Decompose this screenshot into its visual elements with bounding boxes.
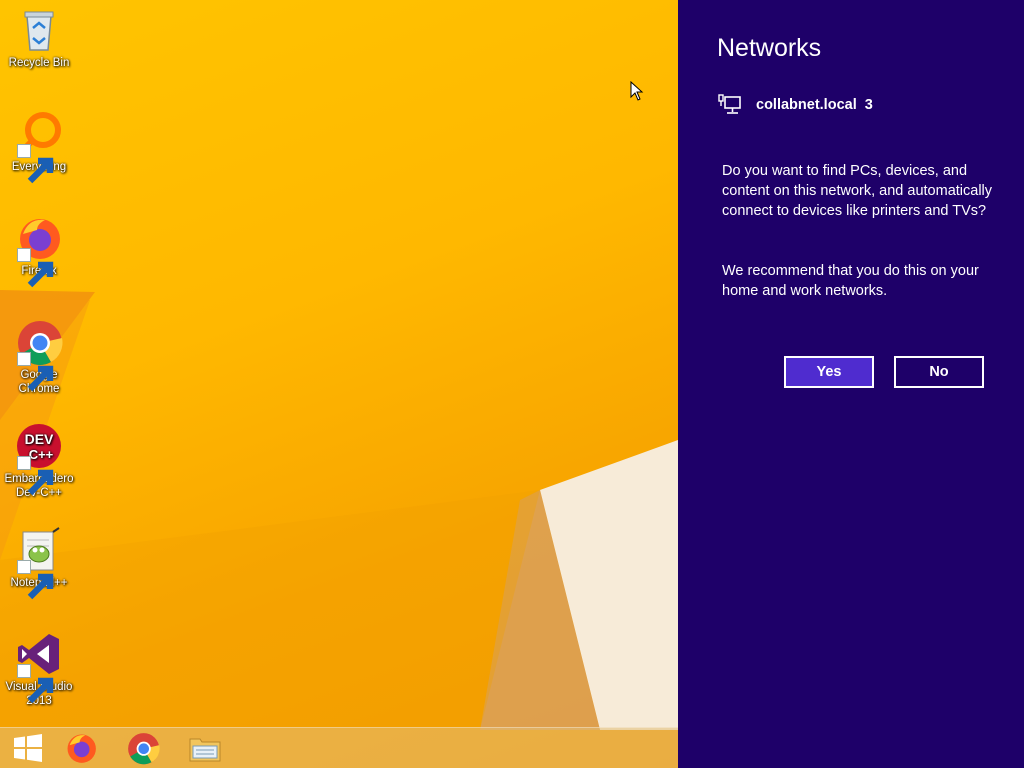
shortcut-arrow-icon <box>17 664 54 704</box>
windows-start-icon <box>14 734 42 762</box>
network-name: collabnet.local <box>756 97 857 113</box>
desktop-icon-visual-studio[interactable]: Visual Studio 2013 <box>2 630 76 708</box>
desktop[interactable]: Recycle Bin Everything Firefox Google Ch… <box>0 0 678 768</box>
discovery-question: Do you want to find PCs, devices, and co… <box>722 163 993 219</box>
visual-studio-icon <box>15 630 63 704</box>
recycle-bin-icon <box>15 6 63 54</box>
network-count: 3 <box>864 97 873 113</box>
wallpaper <box>0 290 678 730</box>
svg-text:DEV: DEV <box>25 431 54 447</box>
no-button[interactable]: No <box>894 356 984 388</box>
yes-button[interactable]: Yes <box>784 356 874 388</box>
file-explorer-icon <box>189 738 221 762</box>
desktop-icon-google-chrome[interactable]: Google Chrome <box>2 318 76 396</box>
everything-icon <box>15 110 63 184</box>
networks-panel: Networks collabnet.local 3 Do you want t… <box>678 0 1024 768</box>
desktop-icon-firefox[interactable]: Firefox <box>2 214 76 288</box>
chrome-icon <box>128 733 160 765</box>
desktop-icon-label: Recycle Bin <box>8 57 70 69</box>
taskbar-file-explorer[interactable] <box>177 728 233 768</box>
shortcut-arrow-icon <box>17 352 54 392</box>
firefox-icon <box>15 214 63 288</box>
panel-title: Networks <box>717 34 822 62</box>
wired-network-icon <box>718 94 741 114</box>
start-button[interactable] <box>0 728 56 768</box>
shortcut-arrow-icon <box>17 560 54 600</box>
chrome-icon <box>15 318 63 392</box>
mouse-cursor-icon <box>630 81 644 101</box>
devcpp-icon: DEV C++ <box>15 422 63 496</box>
shortcut-arrow-icon <box>17 456 54 496</box>
shortcut-arrow-icon <box>17 144 54 184</box>
shortcut-arrow-icon <box>17 248 54 288</box>
desktop-icon-notepadpp[interactable]: Notepad++ <box>2 526 76 600</box>
notepadpp-icon <box>15 526 63 600</box>
taskbar-chrome[interactable] <box>115 728 171 768</box>
network-entry[interactable]: collabnet.local 3 <box>718 94 873 116</box>
firefox-icon <box>67 734 96 763</box>
desktop-icon-everything[interactable]: Everything <box>2 110 76 184</box>
desktop-icon-devcpp[interactable]: DEV C++ Embarcadero Dev-C++ <box>2 422 76 500</box>
discovery-recommendation: We recommend that you do this on your ho… <box>722 263 979 299</box>
taskbar <box>0 727 678 768</box>
taskbar-firefox[interactable] <box>53 728 109 768</box>
desktop-icon-recycle-bin[interactable]: Recycle Bin <box>2 6 76 70</box>
